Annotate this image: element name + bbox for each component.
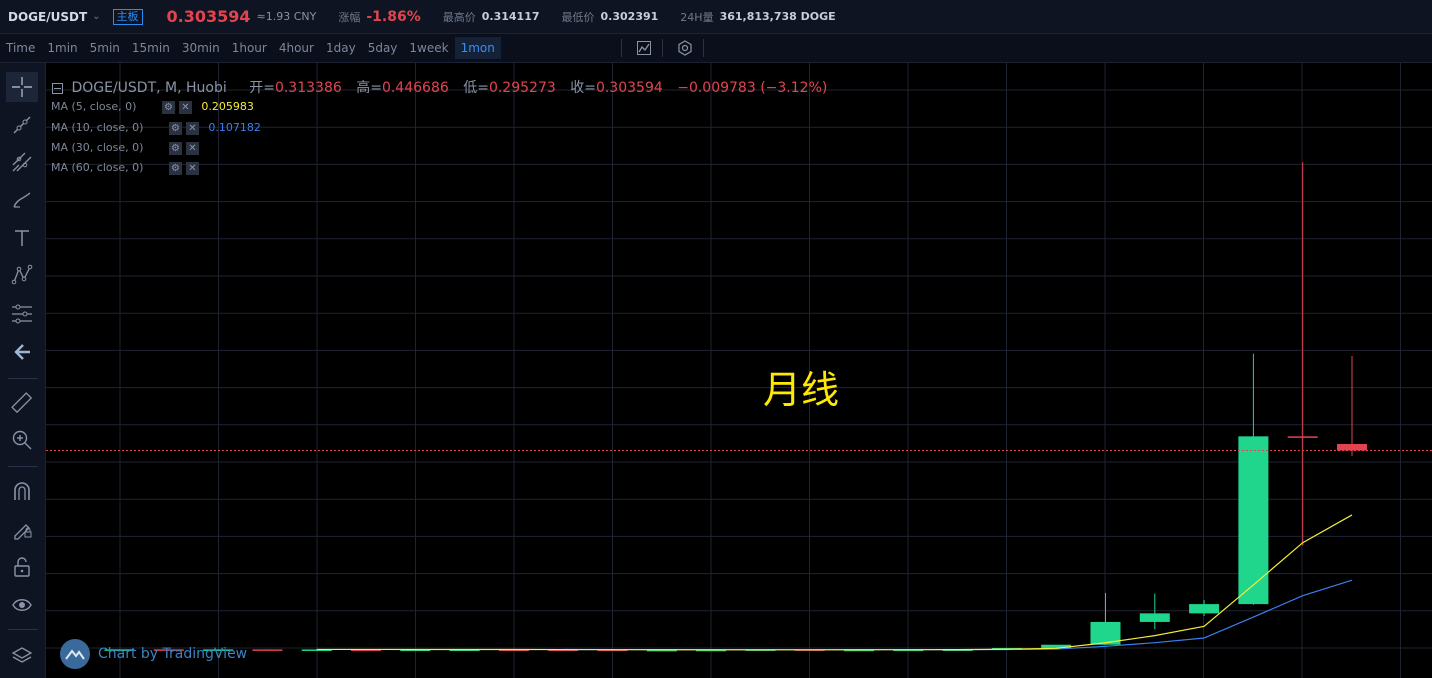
drawing-toolbar [0, 63, 46, 678]
legend-open-label: 开= [249, 80, 275, 96]
tf-5day[interactable]: 5day [362, 37, 404, 59]
candle-body [1337, 444, 1367, 451]
text-tool-icon[interactable] [6, 223, 38, 253]
candlestick-chart[interactable] [46, 63, 1432, 678]
eye-icon[interactable] [6, 590, 38, 620]
toolbar-divider [8, 466, 38, 467]
toolbar-divider [8, 629, 38, 630]
prediction-icon[interactable] [6, 299, 38, 329]
ma10-line [563, 579, 1353, 651]
settings-icon[interactable] [673, 37, 697, 59]
ma10-legend: MA (10, close, 0) ⚙ ✕ 0.107182 [51, 121, 261, 135]
legend-low-label: 低= [463, 80, 489, 96]
indicators-icon[interactable] [632, 37, 656, 59]
gear-icon[interactable]: ⚙ [168, 141, 182, 155]
candle-body [1189, 604, 1220, 614]
chevron-down-icon[interactable]: ⌄ [92, 11, 100, 22]
tf-4hour[interactable]: 4hour [273, 37, 320, 59]
pattern-icon[interactable] [6, 260, 38, 290]
legend-change: −0.009783 (−3.12%) [677, 80, 828, 96]
ticker-bar: DOGE/USDT ⌄ 主板 0.303594 ≈1.93 CNY 涨幅 -1.… [0, 0, 1432, 34]
ma5-legend: MA (5, close, 0) ⚙ ✕ 0.205983 [51, 100, 254, 114]
tf-15min[interactable]: 15min [126, 37, 176, 59]
ma5-line [316, 514, 1353, 651]
lock-drawing-icon[interactable] [6, 514, 38, 544]
zoom-in-icon[interactable] [6, 425, 38, 455]
close-icon[interactable]: ✕ [178, 100, 192, 114]
ma60-legend: MA (60, close, 0) ⚙ ✕ [51, 161, 199, 175]
legend-open-value: 0.313386 [274, 80, 342, 96]
tf-5min[interactable]: 5min [84, 37, 126, 59]
legend-high-label: 高= [356, 80, 382, 96]
tradingview-label: Chart by TradingView [98, 646, 248, 662]
candle-body [252, 649, 283, 651]
tf-30min[interactable]: 30min [176, 37, 226, 59]
back-arrow-icon[interactable] [6, 337, 38, 367]
crosshair-icon[interactable] [6, 72, 38, 102]
ma-label: MA (10, close, 0) [51, 121, 144, 134]
gear-icon[interactable]: ⚙ [161, 100, 175, 114]
tf-1week[interactable]: 1week [403, 37, 454, 59]
legend-title: DOGE/USDT, M, Huobi [71, 80, 227, 96]
board-badge: 主板 [112, 8, 143, 25]
fib-lines-icon[interactable] [6, 147, 38, 177]
timeframe-toolbar: Time 1min 5min 15min 30min 1hour 4hour 1… [0, 34, 1432, 63]
legend-high-value: 0.446686 [381, 80, 449, 96]
close-icon[interactable]: ✕ [185, 121, 199, 135]
trend-line-icon[interactable] [6, 110, 38, 140]
candle-body [1287, 436, 1318, 438]
last-price: 0.303594 [166, 7, 251, 26]
tradingview-logo[interactable]: Chart by TradingView [60, 639, 247, 669]
legend-low-value: 0.295273 [488, 80, 556, 96]
candle-body [1238, 436, 1269, 605]
legend-collapse-icon[interactable] [52, 82, 63, 94]
toolbar-divider [620, 39, 622, 57]
tf-time[interactable]: Time [0, 37, 41, 59]
close-icon[interactable]: ✕ [185, 161, 199, 175]
layers-icon[interactable] [6, 641, 38, 671]
tf-1min[interactable]: 1min [41, 37, 83, 59]
ma30-legend: MA (30, close, 0) ⚙ ✕ [51, 141, 199, 155]
low-value: 0.302391 [600, 10, 659, 23]
legend-close-label: 收= [570, 80, 596, 96]
ohlc-legend: DOGE/USDT, M, Huobi 开=0.313386 高=0.44668… [52, 77, 827, 97]
low-label: 最低价 [561, 10, 595, 24]
gear-icon[interactable]: ⚙ [168, 161, 182, 175]
change-value: -1.86% [366, 8, 421, 25]
chart-annotation-text: 月线 [763, 368, 840, 412]
magnet-icon[interactable] [6, 476, 38, 506]
change-label: 涨幅 [338, 10, 361, 24]
brush-icon[interactable] [6, 185, 38, 215]
ma-value: 0.205983 [201, 100, 254, 113]
volume-label: 24H量 [680, 10, 714, 24]
high-value: 0.314117 [481, 10, 540, 23]
candle-body [1139, 613, 1170, 622]
symbol-selector[interactable]: DOGE/USDT [8, 10, 87, 24]
tradingview-icon [60, 639, 90, 669]
toolbar-divider [661, 39, 663, 57]
ma-label: MA (30, close, 0) [51, 141, 144, 154]
legend-close-value: 0.303594 [595, 80, 663, 96]
ma-label: MA (60, close, 0) [51, 161, 144, 174]
unlock-icon[interactable] [6, 552, 38, 582]
ma-value: 0.107182 [208, 121, 261, 134]
cny-price: ≈1.93 CNY [256, 10, 317, 23]
ma-label: MA (5, close, 0) [51, 100, 137, 113]
volume-value: 361,813,738 DOGE [719, 10, 836, 23]
chart-pane[interactable]: DOGE/USDT, M, Huobi 开=0.313386 高=0.44668… [46, 63, 1432, 678]
toolbar-divider [8, 378, 38, 379]
gear-icon[interactable]: ⚙ [168, 121, 182, 135]
close-icon[interactable]: ✕ [185, 141, 199, 155]
tf-1day[interactable]: 1day [320, 37, 362, 59]
tf-1hour[interactable]: 1hour [226, 37, 273, 59]
high-label: 最高价 [442, 10, 476, 24]
tf-1mon[interactable]: 1mon [454, 37, 501, 59]
ruler-icon[interactable] [6, 388, 38, 418]
toolbar-divider [702, 39, 704, 57]
